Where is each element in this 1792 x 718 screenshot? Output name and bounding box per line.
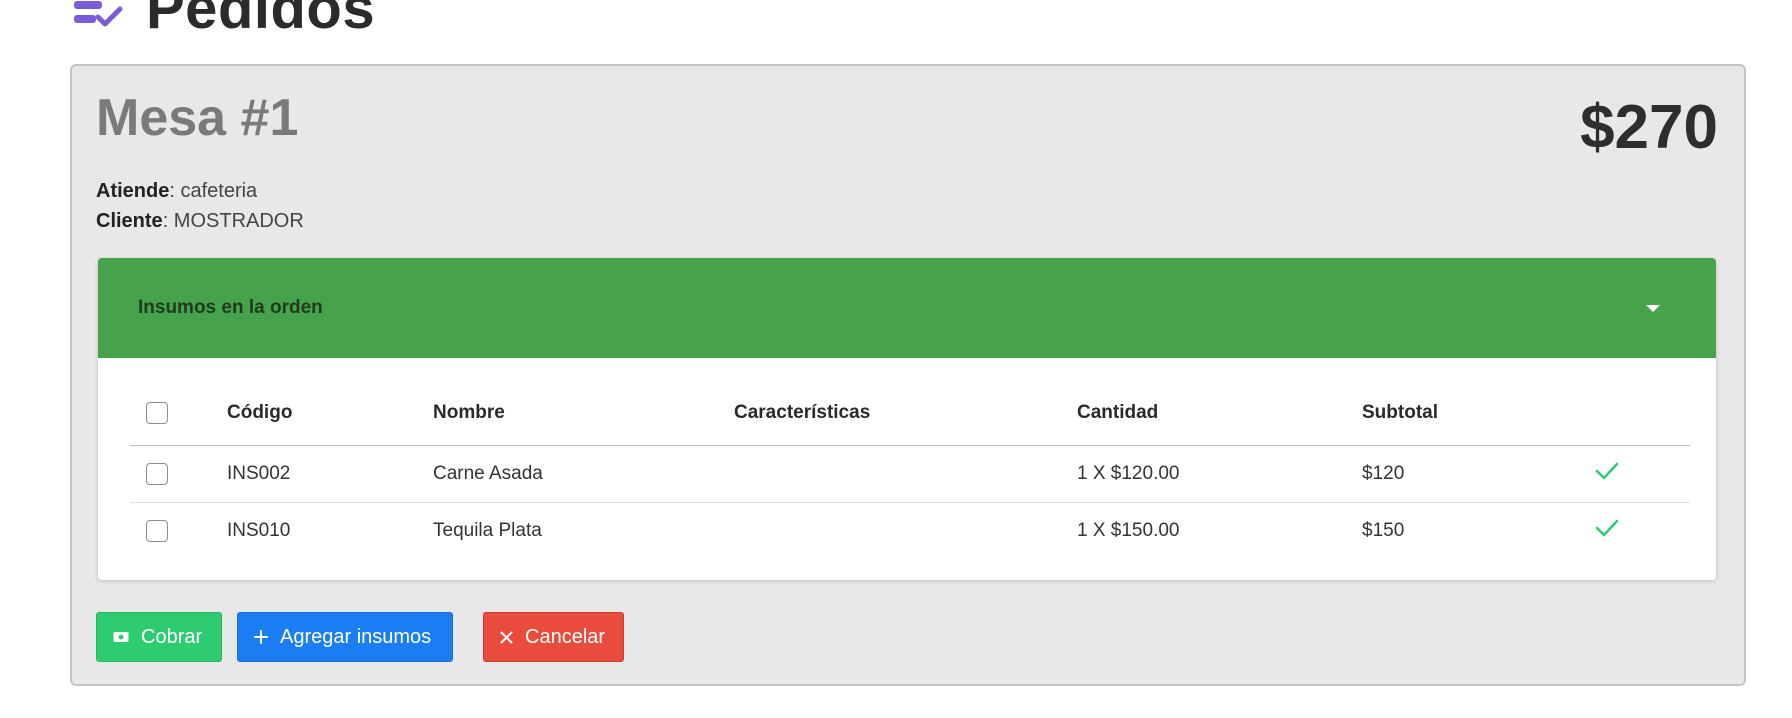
caret-down-icon[interactable]	[1646, 304, 1660, 312]
cell-status	[1594, 503, 1690, 560]
cell-name: Carne Asada	[432, 445, 733, 503]
cancel-button-label: Cancelar	[525, 625, 606, 648]
column-header-status	[1594, 368, 1690, 446]
column-header-features: Características	[733, 368, 1076, 446]
order-total: $270	[1580, 93, 1718, 162]
money-bill-icon	[113, 631, 129, 643]
page-header: Pedidos	[72, 0, 375, 41]
order-card: Mesa #1 $270 Atiende: cafeteria Cliente:…	[70, 64, 1746, 686]
check-icon	[1595, 519, 1619, 537]
column-header-code: Código	[226, 368, 432, 446]
table-row: INS010 Tequila Plata 1 X $150.00 $150	[130, 503, 1690, 560]
cell-quantity: 1 X $150.00	[1077, 520, 1180, 541]
cell-features	[733, 503, 1076, 560]
attendant-value: : cafeteria	[169, 180, 258, 202]
cancel-button[interactable]: Cancelar	[483, 612, 624, 662]
add-items-button-label: Agregar insumos	[280, 625, 432, 648]
table-header-row: Código Nombre Características Cantidad S…	[130, 368, 1690, 446]
charge-button-label: Cobrar	[141, 625, 203, 648]
column-header-subtotal: Subtotal	[1361, 368, 1594, 446]
cell-name: Tequila Plata	[433, 520, 542, 541]
client-value: : MOSTRADOR	[162, 210, 304, 232]
attendant-label: Atiende	[96, 180, 170, 202]
row-select-cell	[130, 503, 226, 560]
items-panel: Insumos en la orden Código Nombre Caract…	[98, 258, 1716, 580]
row-select-cell	[130, 445, 226, 503]
charge-button[interactable]: Cobrar	[96, 612, 222, 662]
row-checkbox[interactable]	[146, 519, 168, 542]
cell-subtotal: $120	[1361, 445, 1594, 503]
select-all-checkbox[interactable]	[146, 401, 168, 424]
page-title: Pedidos	[146, 0, 376, 41]
cell-quantity: 1 X $120.00	[1076, 445, 1361, 503]
table-row: INS002 Carne Asada 1 X $120.00 $120	[130, 445, 1690, 503]
client-label: Cliente	[96, 210, 163, 232]
check-icon	[1595, 462, 1619, 480]
cell-status	[1594, 445, 1690, 503]
plus-icon	[254, 630, 268, 644]
select-all-cell	[130, 368, 226, 446]
cell-code: INS010	[227, 520, 291, 541]
attendant-info: Atiende: cafeteria	[96, 180, 257, 203]
column-header-quantity: Cantidad	[1076, 368, 1361, 446]
items-panel-title: Insumos en la orden	[138, 297, 323, 318]
row-checkbox[interactable]	[146, 462, 168, 485]
cell-subtotal: $150	[1362, 520, 1405, 541]
close-icon	[500, 631, 513, 644]
cell-features	[733, 445, 1076, 503]
cell-code: INS002	[226, 445, 432, 503]
column-header-name: Nombre	[432, 368, 733, 446]
clipboard-check-icon	[74, 1, 123, 27]
items-panel-header[interactable]: Insumos en la orden	[98, 258, 1716, 358]
items-table: Código Nombre Características Cantidad S…	[130, 368, 1690, 559]
order-actions: Cobrar Agregar insumos Cancelar	[96, 612, 624, 662]
table-title: Mesa #1	[96, 89, 299, 147]
client-info: Cliente: MOSTRADOR	[96, 210, 304, 233]
add-items-button[interactable]: Agregar insumos	[237, 612, 453, 662]
